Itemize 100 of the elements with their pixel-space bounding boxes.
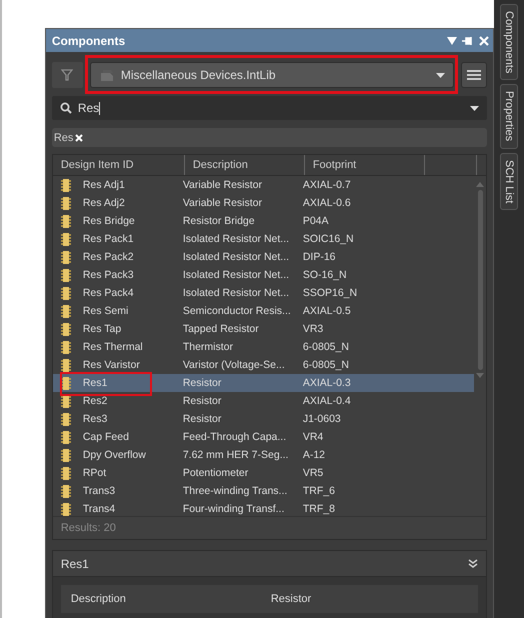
side-tab[interactable]: Components — [500, 4, 518, 80]
panel-title: Components — [52, 34, 126, 48]
remove-icon[interactable] — [75, 134, 84, 142]
table-row[interactable]: Res Bridge Resistor Bridge P04A — [52, 212, 474, 230]
column-header[interactable]: Design Item ID — [52, 155, 185, 175]
chip-icon — [60, 232, 71, 246]
table-cell-text: Resistor — [182, 395, 222, 407]
table-cell-text: Varistor (Voltage-Se... — [182, 359, 286, 371]
table-row[interactable]: RPot Potentiometer VR5 — [52, 464, 474, 482]
table-cell-text: J1-0603 — [302, 413, 342, 425]
table-row[interactable]: Res Pack3 Isolated Resistor Net... SO-16_N — [52, 266, 474, 284]
chip-icon — [60, 250, 71, 264]
table-cell-text: SSOP16_N — [302, 287, 358, 299]
table-cell-text: SOIC16_N — [302, 233, 355, 245]
collapse-icon[interactable] — [468, 558, 478, 568]
table-row[interactable]: Res Pack1 Isolated Resistor Net... SOIC16_N — [52, 230, 474, 248]
close-icon[interactable] — [479, 36, 490, 46]
chip-icon — [60, 304, 71, 318]
table-cell-text: AXIAL-0.7 — [302, 179, 352, 191]
chip-icon — [60, 430, 71, 444]
table-cell-text: Potentiometer — [182, 467, 250, 479]
chip-icon — [60, 286, 71, 300]
search-field[interactable]: Res — [52, 96, 488, 120]
table-cell-text: Res Pack2 — [82, 251, 135, 263]
chip-icon — [60, 178, 71, 192]
table-cell-text: Isolated Resistor Net... — [182, 251, 290, 263]
table-cell-text: Variable Resistor — [182, 179, 263, 191]
table-cell-text: Res Pack4 — [82, 287, 135, 299]
table-cell-text: A-12 — [302, 449, 326, 461]
caret-icon — [470, 106, 480, 110]
scrollbar-thumb[interactable] — [478, 190, 483, 370]
table-cell-text: Feed-Through Capa... — [182, 431, 288, 443]
table-row[interactable]: Res Adj2 Variable Resistor AXIAL-0.6 — [52, 194, 474, 212]
filter-tag: Res — [54, 132, 74, 144]
table-cell-text: Three-winding Trans... — [182, 485, 288, 497]
dropdown-icon[interactable] — [447, 36, 458, 46]
table-row[interactable]: Res Adj1 Variable Resistor AXIAL-0.7 — [52, 176, 474, 194]
table-cell-text: VR3 — [302, 323, 324, 335]
table-row[interactable]: Res Pack2 Isolated Resistor Net... DIP-16 — [52, 248, 474, 266]
column-header[interactable]: Description — [184, 155, 305, 175]
table-cell-text: SO-16_N — [302, 269, 348, 281]
side-tab[interactable]: SCH List — [500, 152, 518, 210]
table-cell-text: 6-0805_N — [302, 359, 350, 371]
table-cell-text: Semiconductor Resis... — [182, 305, 292, 317]
table-cell-text: VR5 — [302, 467, 324, 479]
table-cell-text: TRF_8 — [302, 503, 336, 515]
table-cell-text: Res2 — [82, 395, 108, 407]
table-cell-text: 6-0805_N — [302, 341, 350, 353]
table-row[interactable]: Res Thermal Thermistor 6-0805_N — [52, 338, 474, 356]
table-row[interactable]: Res2 Resistor AXIAL-0.4 — [52, 392, 474, 410]
table-cell-text: Four-winding Transf... — [182, 503, 286, 515]
column-header[interactable]: Footprint — [304, 155, 425, 175]
table-cell-text: Dpy Overflow — [82, 449, 147, 461]
table-cell-text: Resistor — [182, 377, 222, 389]
filter-button[interactable] — [52, 62, 83, 88]
menu-button[interactable] — [461, 62, 488, 88]
table-row[interactable]: Res Tap Tapped Resistor VR3 — [52, 320, 474, 338]
table-row[interactable]: Res Semi Semiconductor Resis... AXIAL-0.5 — [52, 302, 474, 320]
table-cell-text: Resistor — [182, 413, 222, 425]
chip-icon — [60, 466, 71, 480]
side-tab[interactable]: Properties — [500, 84, 518, 149]
table-cell-text: Res1 — [82, 377, 108, 389]
property-value: Resistor — [270, 593, 312, 605]
table-row[interactable]: Res3 Resistor J1-0603 — [52, 410, 474, 428]
library-dropdown[interactable]: Miscellaneous Devices.IntLib — [90, 62, 454, 88]
table-row[interactable]: Cap Feed Feed-Through Capa... VR4 — [52, 428, 474, 446]
table-cell-text: RPot — [82, 467, 108, 479]
table-cell-text: Thermistor — [182, 341, 234, 353]
table-cell-text: Isolated Resistor Net... — [182, 233, 290, 245]
table-row[interactable]: Dpy Overflow 7.62 mm HER 7-Seg... A-12 — [52, 446, 474, 464]
table-row[interactable]: Res Pack4 Isolated Resistor Net... SSOP16_N — [52, 284, 474, 302]
table-cell-text: Res Bridge — [82, 215, 136, 227]
table-cell-text: Tapped Resistor — [182, 323, 260, 335]
table-cell-text: Variable Resistor — [182, 197, 263, 209]
table-cell-text: Res Pack1 — [82, 233, 135, 245]
table-row[interactable]: Res Varistor Varistor (Voltage-Se... 6-0805_N — [52, 356, 474, 374]
table-cell-text: Res Pack3 — [82, 269, 135, 281]
search-icon — [60, 102, 72, 114]
chip-icon — [60, 358, 71, 372]
chip-icon — [60, 322, 71, 336]
chip-icon — [60, 268, 71, 282]
table-row[interactable]: Trans4 Four-winding Transf... TRF_8 — [52, 500, 474, 516]
table-cell-text: Cap Feed — [82, 431, 130, 443]
table-row[interactable]: Res1 Resistor AXIAL-0.3 — [52, 374, 474, 392]
chip-icon — [60, 376, 71, 390]
pin-icon[interactable] — [462, 36, 474, 46]
table-cell-text: P04A — [302, 215, 330, 227]
filter-icon — [61, 69, 74, 81]
chip-icon — [60, 214, 71, 228]
detail-title: Res1 — [60, 556, 89, 570]
table-cell-text: AXIAL-0.6 — [302, 197, 352, 209]
table-row[interactable]: Trans3 Three-winding Trans... TRF_6 — [52, 482, 474, 500]
chip-icon — [60, 484, 71, 498]
table-cell-text: Res Thermal — [82, 341, 144, 353]
table-cell-text: Res Semi — [82, 305, 130, 317]
table-cell-text: Isolated Resistor Net... — [182, 269, 290, 281]
table-cell-text: AXIAL-0.3 — [302, 377, 352, 389]
table-cell-text: 7.62 mm HER 7-Seg... — [182, 449, 290, 461]
table-cell-text: Res Adj1 — [82, 179, 126, 191]
property-label: Description — [70, 593, 127, 605]
